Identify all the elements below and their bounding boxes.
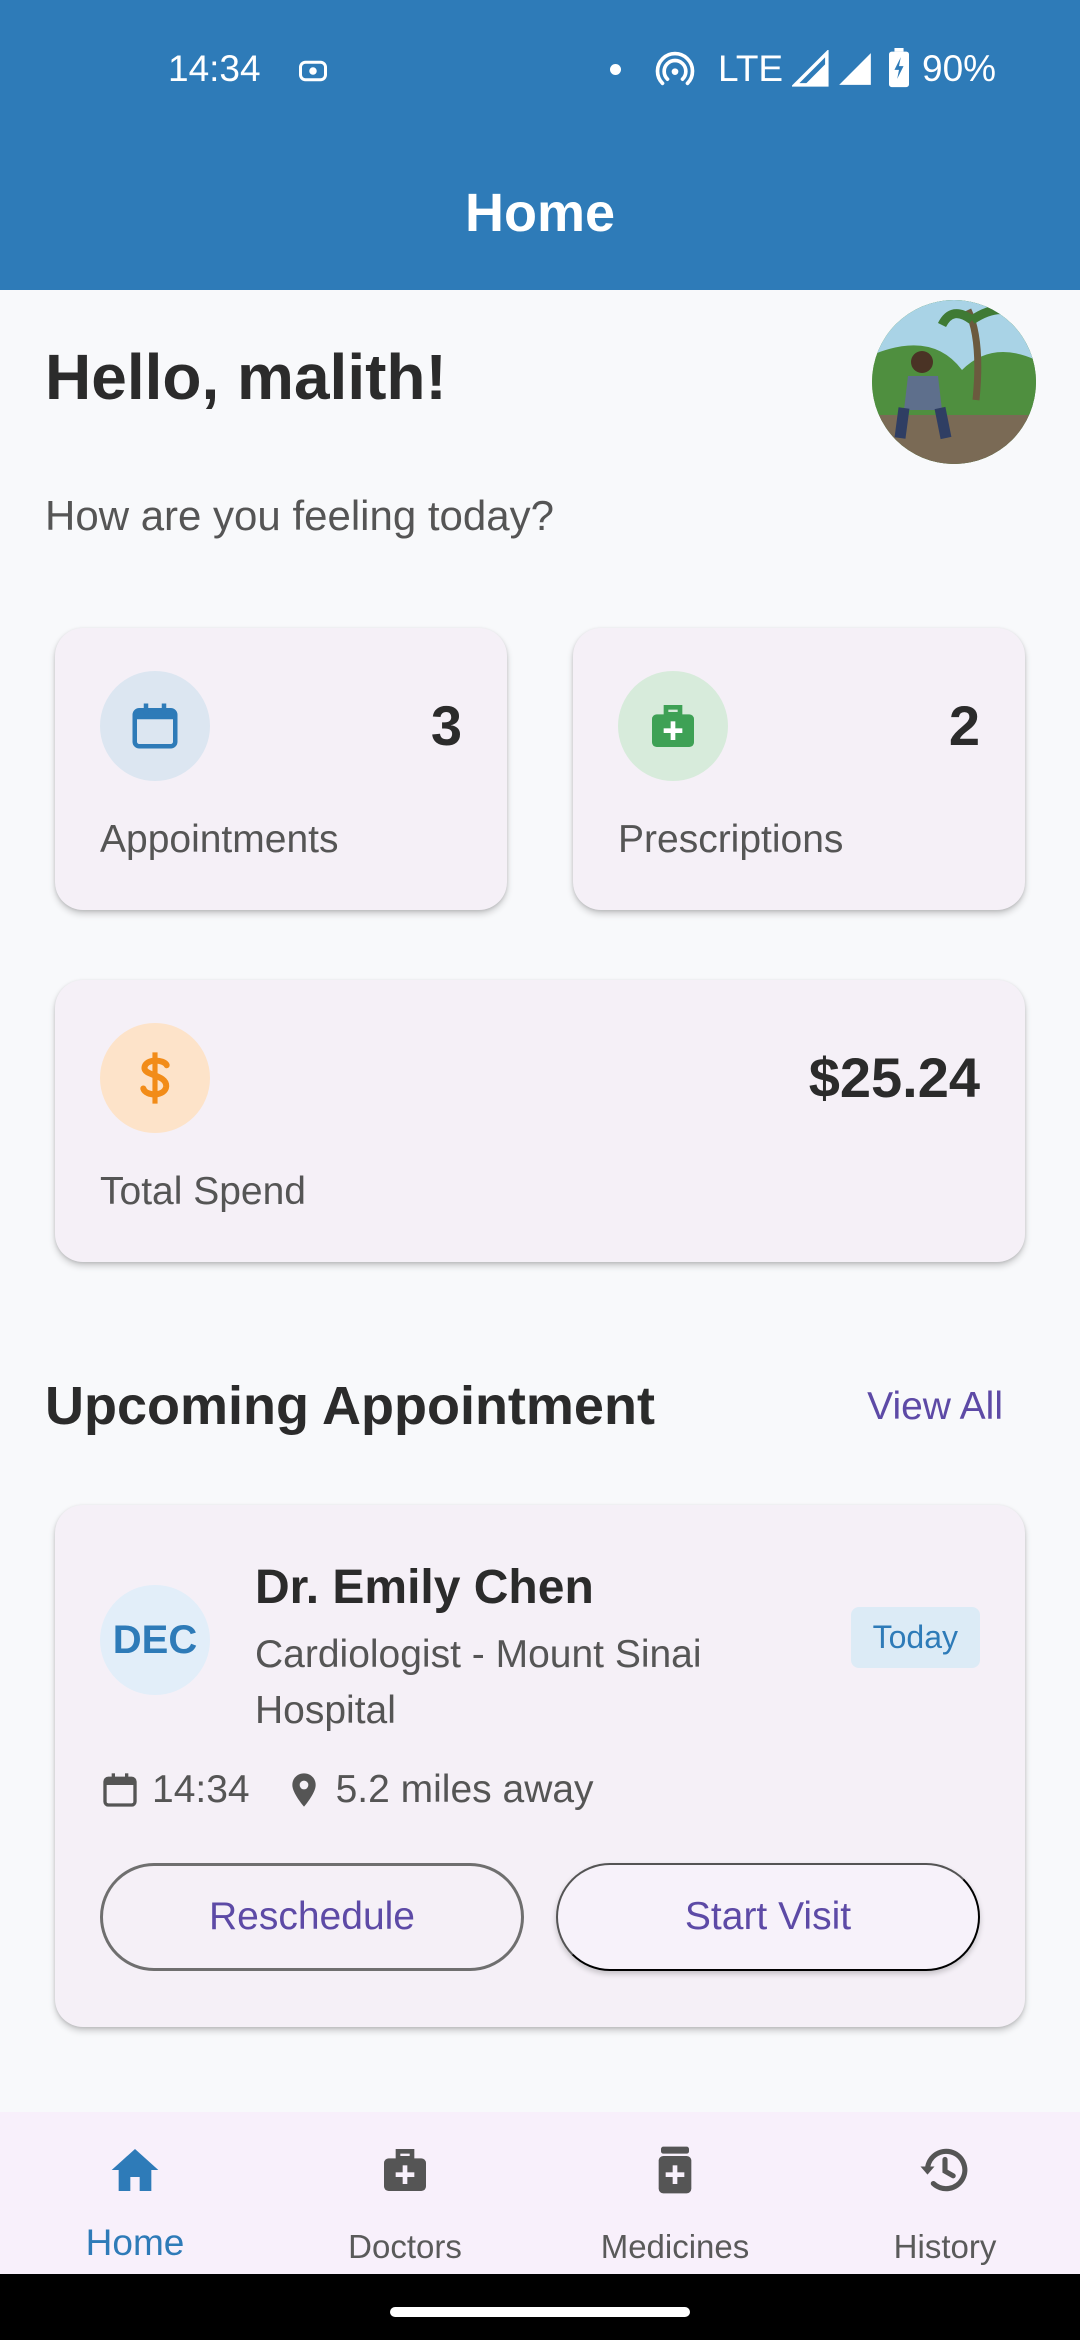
total-spend-label: Total Spend: [100, 1170, 306, 1213]
network-type: LTE: [718, 48, 784, 89]
bottom-navigation: Home Doctors Medicines History: [0, 2112, 1080, 2274]
doctor-name: Dr. Emily Chen: [255, 1561, 594, 1614]
status-badge: Today: [850, 1607, 980, 1668]
notification-dot: [610, 64, 621, 75]
prescriptions-count: 2: [948, 694, 980, 757]
nav-label-home: Home: [85, 2222, 185, 2263]
prescriptions-label: Prescriptions: [618, 818, 844, 861]
screen-record-icon: [299, 60, 327, 82]
medical-bag-icon: [384, 2149, 426, 2191]
prescriptions-icon-circle: [618, 671, 728, 781]
start-visit-button[interactable]: Start Visit: [556, 1863, 980, 1971]
nav-item-medicines[interactable]: Medicines: [540, 2112, 810, 2274]
prescriptions-stat-card[interactable]: 2 Prescriptions: [573, 628, 1025, 910]
nav-label-medicines: Medicines: [600, 2228, 750, 2265]
status-bar: 14:34 LTE 90%: [0, 0, 1080, 140]
doctor-specialty: Cardiologist - Mount Sinai Hospital: [255, 1633, 702, 1732]
nav-label-doctors: Doctors: [348, 2228, 462, 2265]
spend-icon-circle: [100, 1023, 210, 1133]
nav-item-home[interactable]: Home: [0, 2112, 270, 2274]
battery-percent: 90%: [922, 48, 997, 89]
signal-icon: [792, 50, 829, 87]
upcoming-section-title: Upcoming Appointment: [45, 1376, 655, 1436]
dollar-icon: [140, 1052, 170, 1104]
view-all-link[interactable]: View All: [867, 1385, 1003, 1429]
nav-item-doctors[interactable]: Doctors: [270, 2112, 540, 2274]
appointments-count: 3: [430, 694, 462, 757]
month-badge: DEC: [100, 1585, 210, 1695]
hotspot-icon: [655, 51, 695, 86]
signal-icon: [839, 53, 871, 85]
avatar-photo: [872, 300, 1036, 464]
nav-item-history[interactable]: History: [810, 2112, 1080, 2274]
appointment-time: 14:34: [152, 1768, 250, 1811]
appointments-icon-circle: [100, 671, 210, 781]
system-gesture-bar: [0, 2274, 1080, 2340]
status-time: 14:34: [168, 48, 261, 89]
reschedule-button[interactable]: Reschedule: [100, 1863, 524, 1971]
medical-bag-icon: [652, 705, 694, 747]
page-title: Home: [464, 183, 616, 243]
nav-label-history: History: [893, 2228, 997, 2265]
medicine-bottle-icon: [658, 2146, 692, 2194]
greeting-title: Hello, malith!: [45, 341, 447, 413]
total-spend-card[interactable]: $25.24 Total Spend: [55, 980, 1025, 1262]
history-icon: [920, 2148, 968, 2192]
appointments-stat-card[interactable]: 3 Appointments: [55, 628, 507, 910]
calendar-icon: [103, 1773, 137, 1807]
avatar[interactable]: [872, 300, 1036, 464]
home-gesture-handle[interactable]: [390, 2307, 690, 2317]
appointment-distance: 5.2 miles away: [335, 1768, 594, 1811]
greeting-subtitle: How are you feeling today?: [45, 492, 554, 539]
home-icon: [111, 2149, 159, 2191]
appointments-label: Appointments: [100, 818, 339, 861]
location-pin-icon: [291, 1773, 316, 1807]
top-app-bar: 14:34 LTE 90% Home: [0, 0, 1080, 290]
battery-icon: [889, 48, 909, 88]
total-spend-value: $25.24: [808, 1046, 980, 1109]
calendar-icon: [132, 703, 178, 749]
appointment-meta: 14:34 5.2 miles away: [100, 1763, 594, 1817]
appointment-card[interactable]: DEC Dr. Emily Chen Cardiologist - Mount …: [55, 1505, 1025, 2027]
